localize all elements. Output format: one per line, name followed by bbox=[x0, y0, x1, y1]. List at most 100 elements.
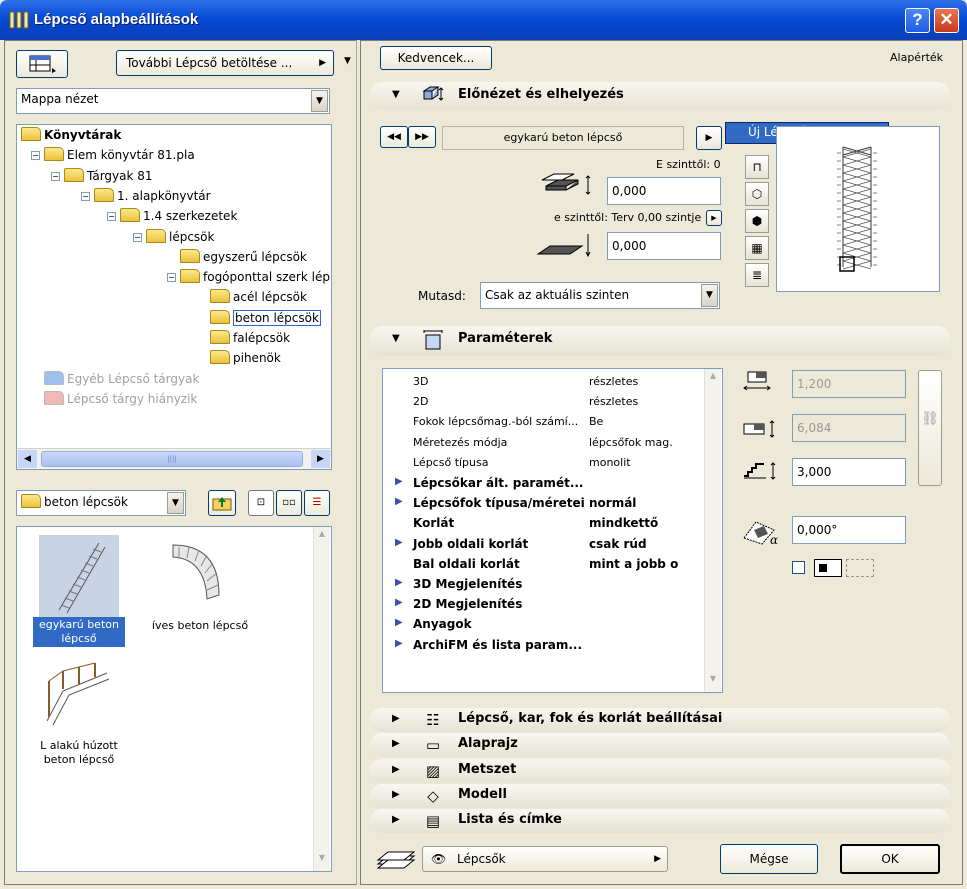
height-input[interactable]: 3,000 bbox=[792, 458, 906, 486]
pane-toggle-icon[interactable]: ▼ bbox=[344, 56, 351, 66]
browse-mode-button[interactable] bbox=[16, 50, 68, 78]
parameter-name[interactable]: ArchiFM és lista param... bbox=[413, 638, 582, 652]
parameter-value[interactable]: részletes bbox=[589, 395, 681, 408]
title-bar[interactable]: Lépcső alapbeállítások ? ✕ bbox=[0, 0, 967, 40]
parameter-name[interactable]: Korlát bbox=[413, 516, 454, 530]
load-more-button[interactable]: További Lépcső betöltése ... ▶ bbox=[116, 50, 334, 76]
section-label[interactable]: ▶ ▤ Lista és címke bbox=[370, 809, 950, 834]
next-object-button[interactable]: ▶▶ bbox=[408, 126, 436, 148]
parameter-value[interactable]: mint a jobb o bbox=[589, 557, 681, 571]
parameter-name[interactable]: Lépcsőkar ált. paramét... bbox=[413, 476, 584, 490]
tree-item[interactable]: pihenök bbox=[197, 350, 281, 365]
parameter-vscrollbar[interactable]: ▲ ▼ bbox=[704, 369, 721, 692]
scroll-up-icon[interactable]: ▲ bbox=[706, 371, 720, 387]
tree-item[interactable]: Egyéb Lépcső tárgyak bbox=[31, 370, 199, 386]
parameter-value[interactable]: részletes bbox=[589, 375, 681, 388]
collapse-icon[interactable]: − bbox=[81, 191, 90, 201]
view-section-button[interactable]: ▦ bbox=[745, 236, 769, 260]
tree-item[interactable]: − lépcsök bbox=[133, 228, 214, 244]
scroll-up-icon[interactable]: ▲ bbox=[315, 529, 329, 545]
expand-triangle-icon[interactable]: ▶ bbox=[395, 617, 403, 628]
parameter-name[interactable]: Bal oldali korlát bbox=[413, 557, 520, 571]
mirror-normal-icon[interactable] bbox=[814, 559, 842, 577]
tree-item[interactable]: − Elem könyvtár 81.pla bbox=[31, 147, 195, 162]
scroll-thumb[interactable]: |||| bbox=[41, 451, 303, 467]
tree-item[interactable]: − fogóponttal szerk lép bbox=[167, 269, 330, 284]
tree-item[interactable]: Könyvtárak bbox=[21, 127, 121, 142]
section-parameters[interactable]: ▼ Paraméterek bbox=[370, 326, 950, 356]
parameter-value[interactable]: csak rúd bbox=[589, 537, 681, 551]
tree-item[interactable]: egyszerű lépcsök bbox=[167, 248, 307, 264]
thumbnail-straight-stair[interactable] bbox=[39, 535, 119, 617]
expand-triangle-icon[interactable]: ▶ bbox=[395, 577, 403, 588]
to-story-menu-button[interactable]: ▶ bbox=[706, 210, 722, 226]
scroll-left-icon[interactable]: ◀ bbox=[18, 450, 37, 468]
large-icons-button[interactable]: ⊡ bbox=[248, 490, 274, 516]
close-button[interactable]: ✕ bbox=[934, 8, 959, 33]
tree-item[interactable]: − 1. alapkönyvtár bbox=[81, 187, 211, 203]
collapse-icon[interactable]: − bbox=[31, 151, 40, 161]
mirror-flipped-icon[interactable] bbox=[846, 559, 874, 577]
parameter-name[interactable]: 2D Megjelenítés bbox=[413, 597, 522, 611]
parameter-value[interactable]: monolit bbox=[589, 456, 681, 469]
folder-select[interactable]: beton lépcsök ▼ bbox=[16, 490, 186, 516]
view-3d-shaded-button[interactable]: ⬢ bbox=[745, 209, 769, 233]
parameter-value[interactable]: Be bbox=[589, 415, 681, 428]
parameter-name[interactable]: Fokok lépcsőmag.-ból számí... bbox=[413, 415, 578, 428]
scroll-down-icon[interactable]: ▼ bbox=[315, 853, 329, 869]
scroll-right-icon[interactable]: ▶ bbox=[311, 450, 330, 468]
favorites-button[interactable]: Kedvencek... bbox=[380, 46, 492, 70]
collapse-icon[interactable]: − bbox=[51, 171, 60, 181]
collapse-icon[interactable]: − bbox=[107, 212, 116, 222]
expand-triangle-icon[interactable]: ▶ bbox=[395, 638, 403, 649]
section-model[interactable]: ▶ ◇ Modell bbox=[370, 783, 950, 808]
view-mode-select[interactable]: Mappa nézet ▼ bbox=[16, 88, 330, 114]
object-menu-button[interactable]: ▶ bbox=[696, 126, 722, 150]
help-button[interactable]: ? bbox=[905, 8, 930, 33]
thumbnail-vscrollbar[interactable]: ▲ ▼ bbox=[313, 527, 330, 871]
small-icons-button[interactable]: ▫▫ bbox=[276, 490, 302, 516]
parameter-list[interactable]: 3D részletes 2D részletes Fokok lépcsőmag.-b… bbox=[382, 368, 723, 693]
tree-item[interactable]: Lépcső tárgy hiányzik bbox=[31, 390, 197, 406]
section-settings-list[interactable]: ▶ ☷ Lépcső, kar, fok és korlát beállításai bbox=[370, 708, 950, 732]
tree-hscrollbar[interactable]: ◀ |||| ▶ bbox=[16, 448, 332, 470]
expand-triangle-icon[interactable]: ▶ bbox=[395, 597, 403, 608]
parameter-value[interactable]: mindkettő bbox=[589, 516, 681, 530]
view-list-button[interactable]: ≣ bbox=[745, 263, 769, 287]
cancel-button[interactable]: Mégse bbox=[720, 844, 818, 874]
parameter-name[interactable]: 3D Megjelenítés bbox=[413, 577, 522, 591]
tree-item[interactable]: − Tárgyak 81 bbox=[51, 167, 153, 183]
thumbnail-l-stair[interactable] bbox=[39, 661, 119, 737]
expand-triangle-icon[interactable]: ▶ bbox=[395, 476, 403, 487]
collapse-icon[interactable]: − bbox=[133, 232, 142, 242]
thumbnail-curved-stair[interactable] bbox=[159, 535, 239, 617]
parameter-value[interactable]: lépcsőfok mag. bbox=[589, 436, 681, 449]
parameter-name[interactable]: Méretezés módja bbox=[413, 436, 507, 449]
expand-triangle-icon[interactable]: ▶ bbox=[395, 537, 403, 548]
to-story-input[interactable]: 0,000 bbox=[607, 232, 721, 260]
show-select[interactable]: Csak az aktuális szinten ▼ bbox=[480, 282, 720, 309]
parameter-name[interactable]: 2D bbox=[413, 395, 428, 408]
tree-item[interactable]: − 1.4 szerkezetek bbox=[107, 208, 237, 223]
parameter-name[interactable]: 3D bbox=[413, 375, 428, 388]
ok-button[interactable]: OK bbox=[840, 844, 940, 874]
previous-object-button[interactable]: ◀◀ bbox=[380, 126, 408, 148]
list-icons-button[interactable]: ☰ bbox=[304, 490, 330, 516]
collapse-icon[interactable]: − bbox=[167, 273, 176, 283]
section-floorplan[interactable]: ▶ ▭ Alaprajz bbox=[370, 733, 950, 758]
tree-item[interactable]: acél lépcsök bbox=[197, 289, 307, 304]
view-3d-wire-button[interactable]: ⬡ bbox=[745, 182, 769, 206]
angle-input[interactable]: 0,000° bbox=[792, 516, 906, 544]
section-preview[interactable]: ▼ Előnézet és elhelyezés bbox=[370, 82, 950, 110]
mirror-checkbox[interactable] bbox=[792, 561, 805, 574]
parameter-value[interactable]: normál bbox=[589, 496, 681, 510]
parameter-name[interactable]: Lépcső típusa bbox=[413, 456, 489, 469]
from-story-input[interactable]: 0,000 bbox=[607, 177, 721, 205]
tree-item[interactable]: falépcsök bbox=[197, 330, 290, 345]
view-floorplan-button[interactable]: ⊓ bbox=[745, 155, 769, 179]
folder-up-button[interactable] bbox=[208, 490, 236, 516]
scroll-down-icon[interactable]: ▼ bbox=[706, 674, 720, 690]
thumbnail-grid[interactable]: egykarú beton lépcső íves beton lépcső L… bbox=[16, 526, 332, 872]
parameter-name[interactable]: Anyagok bbox=[413, 617, 472, 631]
link-dimensions-button[interactable]: ⛓ bbox=[918, 370, 942, 486]
